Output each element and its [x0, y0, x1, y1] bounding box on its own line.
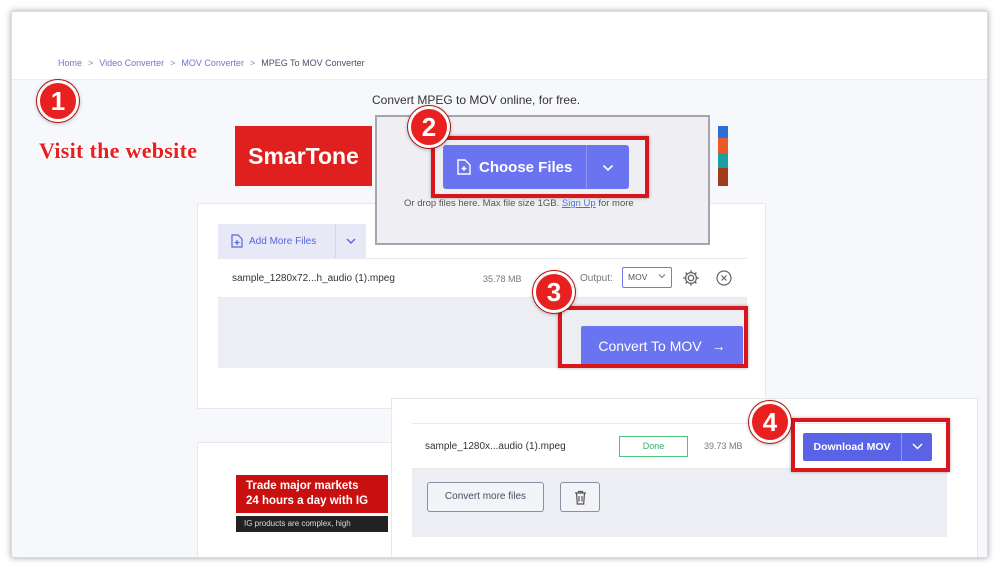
- file-add-icon: [457, 159, 471, 175]
- choose-files-button[interactable]: Choose Files: [443, 145, 629, 189]
- chevron-down-icon: [658, 274, 666, 279]
- breadcrumb-mov-converter[interactable]: MOV Converter: [181, 58, 244, 68]
- step-4-badge: 4: [749, 401, 791, 443]
- file-row: sample_1280x72...h_audio (1).mpeg 35.78 …: [218, 258, 747, 298]
- breadcrumb: Home > Video Converter > MOV Converter >…: [58, 58, 365, 68]
- convert-to-mov-button[interactable]: Convert To MOV →: [581, 326, 743, 366]
- convert-label: Convert To MOV: [598, 338, 702, 354]
- result-file-name: sample_1280x...audio (1).mpeg: [425, 441, 566, 452]
- breadcrumb-home[interactable]: Home: [58, 58, 82, 68]
- download-label[interactable]: Download MOV: [803, 433, 902, 461]
- step-1-caption: Visit the website: [39, 138, 198, 163]
- smartone-ad-banner[interactable]: SmarTone: [235, 126, 372, 186]
- add-more-files-button[interactable]: Add More Files: [218, 224, 366, 258]
- remove-file-icon[interactable]: [716, 270, 732, 286]
- browser-frame: Home > Video Converter > MOV Converter >…: [11, 11, 988, 558]
- result-file-size: 39.73 MB: [704, 441, 743, 451]
- file-size: 35.78 MB: [483, 274, 522, 284]
- breadcrumb-current: MPEG To MOV Converter: [261, 58, 365, 68]
- ad-strip-image: [718, 126, 728, 186]
- status-badge: Done: [619, 436, 688, 457]
- choose-files-main[interactable]: Choose Files: [443, 145, 587, 189]
- output-label: Output:: [580, 273, 613, 284]
- top-bar: Home > Video Converter > MOV Converter >…: [12, 12, 987, 80]
- step-1-badge: 1: [37, 80, 79, 122]
- ig-ad-panel: Trade major markets 24 hours a day with …: [197, 442, 407, 557]
- breadcrumb-separator: >: [88, 58, 94, 68]
- convert-more-files-button[interactable]: Convert more files: [427, 482, 544, 512]
- breadcrumb-video-converter[interactable]: Video Converter: [99, 58, 164, 68]
- breadcrumb-separator: >: [170, 58, 176, 68]
- choose-files-label: Choose Files: [479, 158, 573, 176]
- step-2-badge: 2: [408, 106, 450, 148]
- file-name: sample_1280x72...h_audio (1).mpeg: [232, 273, 395, 284]
- chevron-down-icon[interactable]: [902, 442, 932, 453]
- step-3-badge: 3: [533, 271, 575, 313]
- sign-up-link[interactable]: Sign Up: [562, 198, 596, 209]
- trash-icon: [574, 490, 586, 505]
- ig-ad-banner[interactable]: Trade major markets 24 hours a day with …: [236, 475, 388, 513]
- delete-button[interactable]: [560, 482, 600, 512]
- result-footer: Convert more files: [412, 469, 947, 537]
- download-mov-button[interactable]: Download MOV: [803, 433, 932, 461]
- output-format-value: MOV: [628, 272, 648, 282]
- gear-icon[interactable]: [682, 269, 700, 287]
- arrow-right-icon: →: [711, 338, 726, 354]
- page-headline: Convert MPEG to MOV online, for free.: [372, 93, 581, 107]
- ig-ad-disclaimer: IG products are complex, high: [236, 516, 388, 532]
- chevron-down-icon[interactable]: [587, 160, 629, 175]
- add-more-main[interactable]: Add More Files: [218, 224, 336, 258]
- conversion-result-panel: sample_1280x...audio (1).mpeg Done 39.73…: [391, 398, 978, 557]
- drop-files-hint: Or drop files here. Max file size 1GB. S…: [404, 198, 634, 209]
- output-format-select[interactable]: MOV: [622, 267, 672, 288]
- result-row: sample_1280x...audio (1).mpeg Done 39.73…: [412, 423, 947, 469]
- breadcrumb-separator: >: [249, 58, 256, 68]
- add-more-label: Add More Files: [249, 235, 317, 247]
- file-add-icon: [231, 234, 243, 248]
- chevron-down-icon[interactable]: [336, 236, 366, 247]
